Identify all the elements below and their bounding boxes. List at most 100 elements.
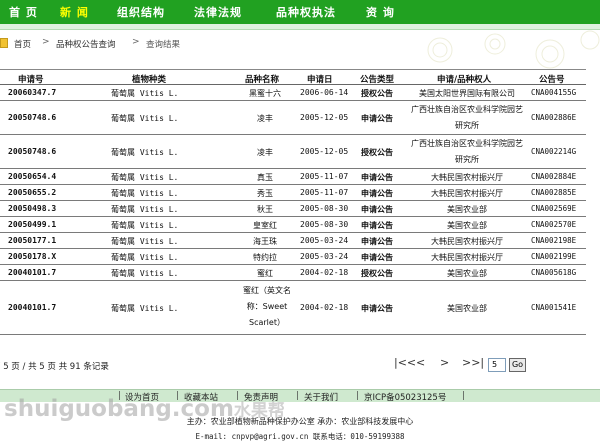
cell-pub-no[interactable]: CNA002214G: [531, 147, 576, 156]
watermark-logo-text: 水果帮: [233, 401, 285, 421]
cell-application-no[interactable]: 20040101.7: [8, 303, 56, 312]
cell-date: 2005-03-24: [300, 252, 349, 261]
cell-pub-no[interactable]: CNA002198E: [531, 236, 576, 245]
nav-item-enforcement[interactable]: 品种权执法: [276, 4, 336, 20]
cell-pub-no[interactable]: CNA002886E: [531, 113, 576, 122]
table-row[interactable]: 20050498.3 葡萄属 Vitis L. 秋王 2005-08-30 申请…: [0, 201, 586, 217]
cell-species: 葡萄属 Vitis L.: [111, 221, 179, 230]
footer-link-about[interactable]: 关于我们: [304, 391, 338, 403]
col-header-owner: 申请/品种权人: [437, 75, 492, 85]
table-row[interactable]: 20050177.1 葡萄属 Vitis L. 海王珠 2005-03-24 申…: [0, 233, 586, 249]
cell-type: 申请公告: [361, 173, 393, 182]
cell-date: 2005-11-07: [300, 188, 349, 197]
table-row[interactable]: 20040101.7 葡萄属 Vitis L. 蜜红 2004-02-18 授权…: [0, 265, 586, 281]
cell-owner: 大韩民国农村振兴厅: [431, 189, 503, 198]
cell-pub-no[interactable]: CNA002885E: [531, 188, 576, 197]
cell-owner: 美国农业部: [447, 221, 487, 230]
cell-type: 授权公告: [361, 269, 393, 278]
page-number-input[interactable]: 5: [488, 358, 506, 372]
cell-application-no[interactable]: 20050498.3: [8, 204, 56, 213]
footer-divider: |: [296, 391, 299, 401]
cell-species: 葡萄属 Vitis L.: [111, 148, 179, 157]
cell-application-no[interactable]: 20050499.1: [8, 220, 56, 229]
nav-item-news[interactable]: 新 闻: [60, 4, 89, 20]
cell-species: 葡萄属 Vitis L.: [111, 114, 179, 123]
breadcrumb-separator: >: [132, 37, 140, 47]
cell-application-no[interactable]: 20050748.6: [8, 147, 56, 156]
nav-item-laws[interactable]: 法律法规: [194, 4, 242, 20]
cell-owner: 美国农业部: [447, 304, 487, 313]
cell-pub-no[interactable]: CNA002569E: [531, 204, 576, 213]
cell-application-no[interactable]: 20050748.6: [8, 113, 56, 122]
table-row[interactable]: 20060347.7 葡萄属 Vitis L. 黑蜜十六 2006-06-14 …: [0, 85, 586, 101]
next-page-button[interactable]: >: [440, 356, 449, 369]
cell-type: 授权公告: [361, 148, 393, 157]
cell-type: 申请公告: [361, 189, 393, 198]
cell-date: 2005-08-30: [300, 204, 349, 213]
cell-variety: 皇室红: [253, 221, 277, 230]
table-row[interactable]: 20050499.1 葡萄属 Vitis L. 皇室红 2005-08-30 申…: [0, 217, 586, 233]
pagination-summary: 第 5 页 / 共 5 页 共 91 条记录: [0, 362, 109, 372]
table-row[interactable]: 20040101.7 葡萄属 Vitis L. 蜜红（英文名称：Sweet Sc…: [0, 281, 586, 335]
footer-divider: |: [462, 391, 465, 401]
folder-icon: [0, 38, 8, 48]
cell-species: 葡萄属 Vitis L.: [111, 269, 179, 278]
cell-date: 2005-03-24: [300, 236, 349, 245]
cell-species: 葡萄属 Vitis L.: [111, 304, 179, 313]
table-row[interactable]: 20050748.6 葡萄属 Vitis L. 凌丰 2005-12-05 申请…: [0, 101, 586, 135]
table-row[interactable]: 20050748.6 葡萄属 Vitis L. 凌丰 2005-12-05 授权…: [0, 135, 586, 169]
cell-pub-no[interactable]: CNA002199E: [531, 252, 576, 261]
cell-variety: 特约拉: [253, 253, 277, 262]
breadcrumb-home[interactable]: 首页: [14, 38, 31, 50]
cell-pub-no[interactable]: CNA004155G: [531, 88, 576, 97]
cell-date: 2005-12-05: [300, 147, 349, 156]
cell-application-no[interactable]: 20050654.4: [8, 172, 56, 181]
first-page-button[interactable]: |<<: [394, 356, 416, 369]
nav-item-consulting[interactable]: 资 询: [366, 4, 395, 20]
cell-owner: 美国农业部: [447, 269, 487, 278]
watermark-text: shuiguobang.com: [4, 396, 234, 422]
cell-pub-no[interactable]: CNA002570E: [531, 220, 576, 229]
cell-pub-no[interactable]: CNA001541E: [531, 303, 576, 312]
cell-species: 葡萄属 Vitis L.: [111, 237, 179, 246]
cell-date: 2005-08-30: [300, 220, 349, 229]
cell-date: 2005-12-05: [300, 113, 349, 122]
table-row[interactable]: 20050655.2 葡萄属 Vitis L. 秀玉 2005-11-07 申请…: [0, 185, 586, 201]
cell-date: 2006-06-14: [300, 88, 349, 97]
col-header-variety: 品种名称: [245, 75, 280, 85]
cell-application-no[interactable]: 20060347.7: [8, 88, 56, 97]
col-header-application-no: 申请号: [18, 75, 44, 85]
cell-owner: 广西壮族自治区农业科学院园艺研究所: [411, 105, 523, 130]
cell-variety: 秋王: [257, 205, 273, 214]
cell-owner: 大韩民国农村振兴厅: [431, 253, 503, 262]
cell-application-no[interactable]: 20050178.X: [8, 252, 56, 261]
site-watermark: shuiguobang.com水果帮: [4, 396, 285, 422]
footer-icp-number[interactable]: 京ICP备05023125号: [364, 391, 446, 403]
footer-divider: |: [356, 391, 359, 401]
breadcrumb-query[interactable]: 品种权公告查询: [56, 38, 116, 50]
nav-item-organization[interactable]: 组织结构: [117, 4, 165, 20]
table-row[interactable]: 20050178.X 葡萄属 Vitis L. 特约拉 2005-03-24 申…: [0, 249, 586, 265]
cell-species: 葡萄属 Vitis L.: [111, 253, 179, 262]
cell-application-no[interactable]: 20050177.1: [8, 236, 56, 245]
cell-owner: 美国太阳世界国际有限公司: [419, 89, 515, 98]
cell-pub-no[interactable]: CNA005618G: [531, 268, 576, 277]
cell-type: 申请公告: [361, 221, 393, 230]
cell-species: 葡萄属 Vitis L.: [111, 173, 179, 182]
table-row[interactable]: 20050654.4 葡萄属 Vitis L. 真玉 2005-11-07 申请…: [0, 169, 586, 185]
cell-species: 葡萄属 Vitis L.: [111, 205, 179, 214]
cell-pub-no[interactable]: CNA002884E: [531, 172, 576, 181]
top-nav: 首 页 新 闻 组织结构 法律法规 品种权执法 资 询: [0, 0, 600, 24]
cell-species: 葡萄属 Vitis L.: [111, 189, 179, 198]
cell-type: 申请公告: [361, 205, 393, 214]
nav-item-home[interactable]: 首 页: [9, 4, 38, 20]
cell-application-no[interactable]: 20040101.7: [8, 268, 56, 277]
cell-owner: 大韩民国农村振兴厅: [431, 237, 503, 246]
go-button[interactable]: Go: [509, 358, 526, 372]
col-header-type: 公告类型: [360, 75, 395, 85]
cell-application-no[interactable]: 20050655.2: [8, 188, 56, 197]
last-page-button[interactable]: >>|: [462, 356, 484, 369]
cell-owner: 广西壮族自治区农业科学院园艺研究所: [411, 139, 523, 164]
prev-page-button[interactable]: <: [416, 356, 425, 369]
col-header-pub-no: 公告号: [539, 75, 565, 85]
